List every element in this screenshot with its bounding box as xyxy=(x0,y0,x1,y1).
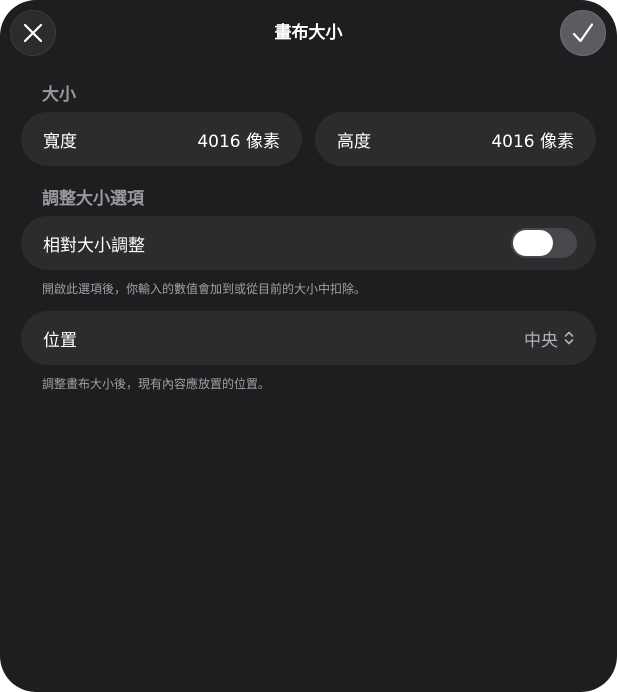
position-label: 位置 xyxy=(43,330,77,351)
relative-resize-label: 相對大小調整 xyxy=(43,235,145,256)
chevron-up-down-icon xyxy=(564,331,574,345)
width-value: 4016 像素 xyxy=(197,131,280,152)
height-label: 高度 xyxy=(337,131,371,152)
page-title: 畫布大小 xyxy=(274,23,343,43)
width-label: 寬度 xyxy=(43,131,77,152)
position-select[interactable]: 中央 xyxy=(524,326,574,351)
width-field[interactable]: 寬度 4016 像素 xyxy=(21,112,302,166)
toggle-knob xyxy=(513,230,553,256)
resize-options-label: 調整大小選項 xyxy=(42,189,144,209)
relative-resize-row: 相對大小調整 xyxy=(21,216,596,270)
close-icon xyxy=(23,23,43,43)
relative-resize-hint: 開啟此選項後，你輸入的數值會加到或從目前的大小中扣除。 xyxy=(42,282,367,296)
position-value: 中央 xyxy=(524,330,558,351)
position-hint: 調整畫布大小後，現有內容應放置的位置。 xyxy=(42,377,271,391)
checkmark-icon xyxy=(572,23,594,43)
height-value: 4016 像素 xyxy=(491,131,574,152)
relative-resize-toggle[interactable] xyxy=(511,228,577,258)
close-button[interactable] xyxy=(10,10,56,56)
size-section-label: 大小 xyxy=(42,85,76,105)
confirm-button[interactable] xyxy=(560,10,606,56)
position-row[interactable]: 位置 中央 xyxy=(21,311,596,365)
canvas-size-sheet: 畫布大小 大小 寬度 4016 像素 高度 4016 像素 調整大小選項 相對大… xyxy=(0,0,617,692)
height-field[interactable]: 高度 4016 像素 xyxy=(315,112,596,166)
